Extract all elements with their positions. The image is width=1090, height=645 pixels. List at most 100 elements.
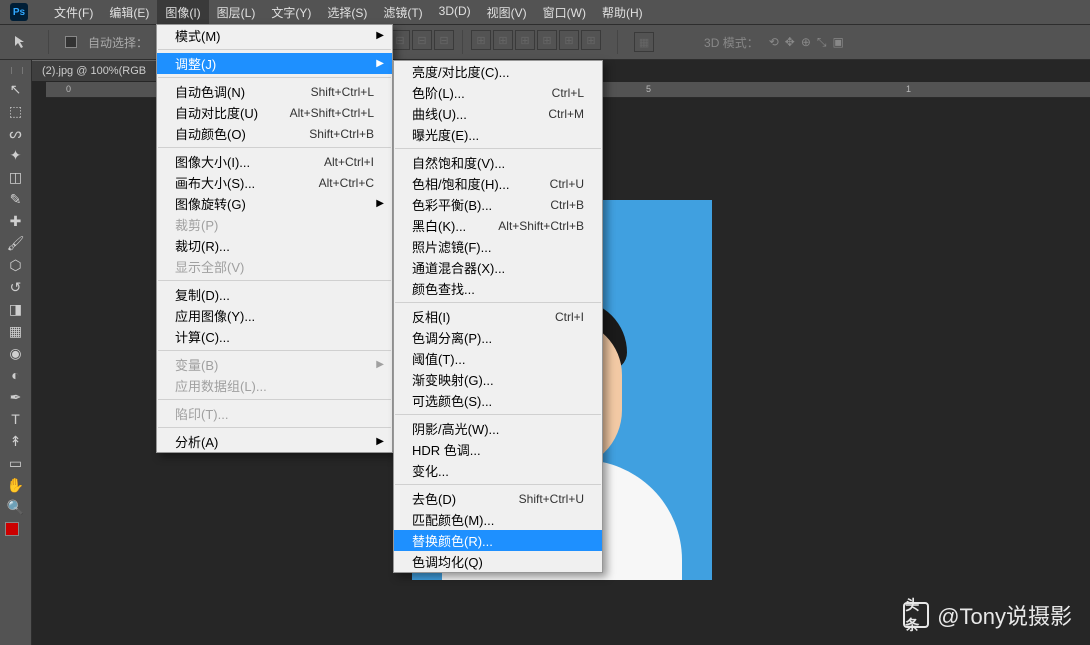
distribute-icon[interactable]: ⊞ xyxy=(471,30,491,50)
menu-item[interactable]: 选择(S) xyxy=(319,0,375,25)
toolbox-toggle[interactable] xyxy=(11,67,23,74)
crop-tool[interactable]: ◫ xyxy=(1,166,31,188)
menu-item[interactable]: 编辑(E) xyxy=(101,0,157,25)
distribute-icon[interactable]: ⊞ xyxy=(493,30,513,50)
3d-scale-icon[interactable]: ⤡ xyxy=(817,35,827,50)
auto-select-group[interactable]: 自动选择： xyxy=(65,34,148,51)
wand-tool[interactable]: ✦ xyxy=(1,144,31,166)
menu-item[interactable]: 画布大小(S)...Alt+Ctrl+C xyxy=(157,172,392,193)
brush-tool[interactable]: 🖌 xyxy=(1,232,31,254)
3d-orbit-icon[interactable]: ⟲ xyxy=(769,35,779,50)
lasso-tool[interactable]: ᔕ xyxy=(1,122,31,144)
menu-item[interactable]: 裁切(R)... xyxy=(157,235,392,256)
distribute-icon[interactable]: ⊞ xyxy=(537,30,557,50)
foreground-color-swatch[interactable] xyxy=(5,522,19,536)
menu-item[interactable]: 复制(D)... xyxy=(157,284,392,305)
menu-item[interactable]: 图层(L) xyxy=(209,0,264,25)
menu-item[interactable]: 模式(M)▶ xyxy=(157,25,392,46)
align-icon[interactable]: ⊟ xyxy=(434,30,454,50)
menu-item[interactable]: 色调均化(Q) xyxy=(394,551,602,572)
align-icon[interactable]: ⊟ xyxy=(390,30,410,50)
menu-item[interactable]: 颜色查找... xyxy=(394,278,602,299)
menu-item[interactable]: 曝光度(E)... xyxy=(394,124,602,145)
menu-shortcut: Alt+Ctrl+C xyxy=(319,176,374,190)
menu-item[interactable]: 替换颜色(R)... xyxy=(394,530,602,551)
distribute-icon[interactable]: ⊞ xyxy=(515,30,535,50)
history-tool[interactable]: ↺ xyxy=(1,276,31,298)
menu-item[interactable]: 调整(J)▶ xyxy=(157,53,392,74)
distribute-icon[interactable]: ⊞ xyxy=(559,30,579,50)
distribute-icon[interactable]: ⊞ xyxy=(581,30,601,50)
dodge-tool[interactable]: ◐ xyxy=(1,364,31,386)
pen-tool[interactable]: ✒ xyxy=(1,386,31,408)
marquee-tool[interactable]: ⬚ xyxy=(1,100,31,122)
type-tool[interactable]: T xyxy=(1,408,31,430)
menu-item[interactable]: 视图(V) xyxy=(479,0,535,25)
menu-item[interactable]: 分析(A)▶ xyxy=(157,431,392,452)
stamp-tool[interactable]: ⬡ xyxy=(1,254,31,276)
menu-separator xyxy=(395,302,601,303)
menu-item[interactable]: 色相/饱和度(H)...Ctrl+U xyxy=(394,173,602,194)
menu-shortcut: Alt+Ctrl+I xyxy=(324,155,374,169)
menu-item[interactable]: 滤镜(T) xyxy=(375,0,430,25)
menu-item[interactable]: 图像大小(I)...Alt+Ctrl+I xyxy=(157,151,392,172)
menu-item-label: 裁剪(P) xyxy=(175,215,218,234)
healing-tool[interactable]: ✚ xyxy=(1,210,31,232)
menu-item[interactable]: 窗口(W) xyxy=(535,0,594,25)
blur-tool[interactable]: ◉ xyxy=(1,342,31,364)
menu-item[interactable]: 计算(C)... xyxy=(157,326,392,347)
auto-align-icon[interactable]: ▦ xyxy=(634,32,654,52)
menu-item[interactable]: 色阶(L)...Ctrl+L xyxy=(394,82,602,103)
menu-item-label: 变化... xyxy=(412,461,449,480)
menu-separator xyxy=(158,77,391,78)
menu-item[interactable]: HDR 色调... xyxy=(394,439,602,460)
menu-item[interactable]: 通道混合器(X)... xyxy=(394,257,602,278)
menu-item[interactable]: 亮度/对比度(C)... xyxy=(394,61,602,82)
menu-item[interactable]: 阈值(T)... xyxy=(394,348,602,369)
menu-item[interactable]: 匹配颜色(M)... xyxy=(394,509,602,530)
menu-item[interactable]: 图像(I) xyxy=(157,0,208,25)
align-icon[interactable]: ⊟ xyxy=(412,30,432,50)
menu-item[interactable]: 色彩平衡(B)...Ctrl+B xyxy=(394,194,602,215)
menu-item[interactable]: 阴影/高光(W)... xyxy=(394,418,602,439)
auto-select-checkbox[interactable] xyxy=(65,36,77,48)
menu-item[interactable]: 可选颜色(S)... xyxy=(394,390,602,411)
menu-item[interactable]: 3D(D) xyxy=(431,0,479,25)
rect-tool[interactable]: ▭ xyxy=(1,452,31,474)
menu-item-label: 陷印(T)... xyxy=(175,404,228,423)
path-tool[interactable]: ↟ xyxy=(1,430,31,452)
gradient-tool[interactable]: ▦ xyxy=(1,320,31,342)
menu-item-label: 色阶(L)... xyxy=(412,83,465,102)
eraser-tool[interactable]: ◨ xyxy=(1,298,31,320)
menu-item[interactable]: 自动色调(N)Shift+Ctrl+L xyxy=(157,81,392,102)
menu-item[interactable]: 照片滤镜(F)... xyxy=(394,236,602,257)
menu-item: 应用数据组(L)... xyxy=(157,375,392,396)
menu-item[interactable]: 文字(Y) xyxy=(263,0,319,25)
menu-item-label: 应用数据组(L)... xyxy=(175,376,267,395)
menu-separator xyxy=(158,399,391,400)
menu-item[interactable]: 变化... xyxy=(394,460,602,481)
menu-item[interactable]: 图像旋转(G)▶ xyxy=(157,193,392,214)
menu-item: 裁剪(P) xyxy=(157,214,392,235)
menu-item[interactable]: 应用图像(Y)... xyxy=(157,305,392,326)
menu-item[interactable]: 自然饱和度(V)... xyxy=(394,152,602,173)
menu-item[interactable]: 帮助(H) xyxy=(594,0,651,25)
document-tab[interactable]: (2).jpg @ 100%(RGB xyxy=(32,60,156,81)
move-tool[interactable]: ↖ xyxy=(1,78,31,100)
menu-item[interactable]: 色调分离(P)... xyxy=(394,327,602,348)
menu-item[interactable]: 反相(I)Ctrl+I xyxy=(394,306,602,327)
menu-item[interactable]: 渐变映射(G)... xyxy=(394,369,602,390)
zoom-tool[interactable]: 🔍 xyxy=(1,496,31,518)
3d-pan-icon[interactable]: ✥ xyxy=(785,35,795,50)
menu-item[interactable]: 自动对比度(U)Alt+Shift+Ctrl+L xyxy=(157,102,392,123)
menu-item[interactable]: 去色(D)Shift+Ctrl+U xyxy=(394,488,602,509)
eyedropper-tool[interactable]: ✎ xyxy=(1,188,31,210)
menu-item[interactable]: 曲线(U)...Ctrl+M xyxy=(394,103,602,124)
menu-separator xyxy=(395,414,601,415)
3d-move-icon[interactable]: ⊕ xyxy=(801,35,811,50)
menu-item[interactable]: 黑白(K)...Alt+Shift+Ctrl+B xyxy=(394,215,602,236)
hand-tool[interactable]: ✋ xyxy=(1,474,31,496)
menu-item[interactable]: 自动颜色(O)Shift+Ctrl+B xyxy=(157,123,392,144)
3d-camera-icon[interactable]: ▣ xyxy=(833,35,844,50)
menu-item[interactable]: 文件(F) xyxy=(46,0,101,25)
